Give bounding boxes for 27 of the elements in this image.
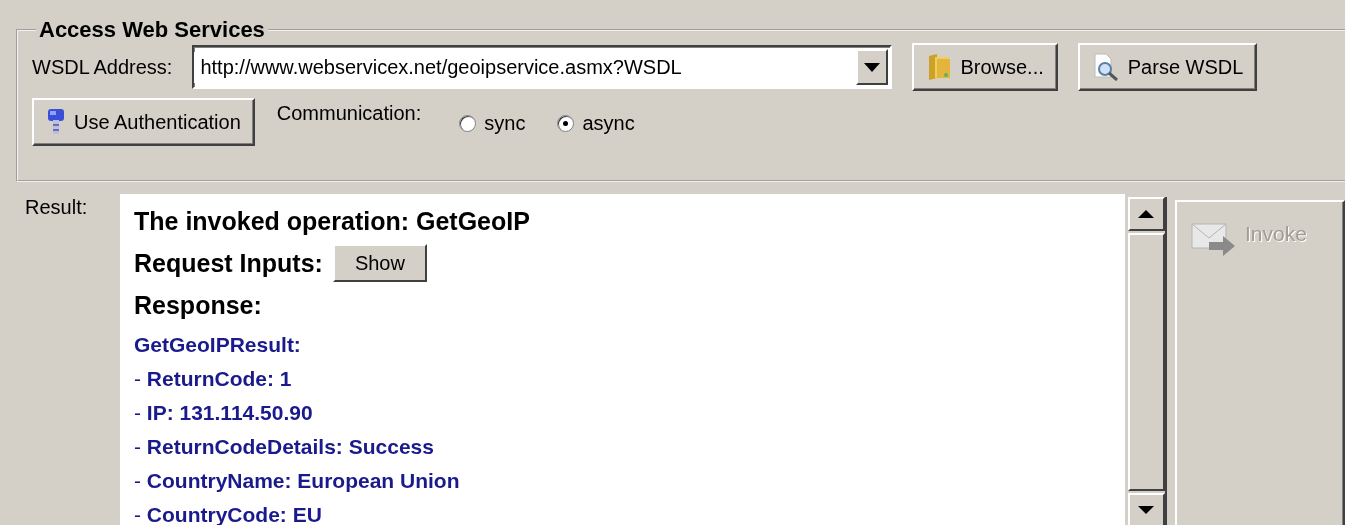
scroll-down-icon[interactable] [1127, 493, 1165, 525]
field-label: Communication: [276, 102, 422, 125]
result-title: GetGeoIPResult: [134, 332, 302, 358]
address-combo[interactable]: http://www.webservicex.net/geoipservice.asmx?WSDL [192, 45, 893, 89]
scroll-up-icon[interactable] [1127, 197, 1165, 231]
result-label: Result: [24, 195, 89, 220]
request-inputs-label: Request Inputs: [134, 248, 323, 279]
result-field: - ReturnCode: 1 [134, 362, 1111, 396]
folder-icon [926, 53, 953, 81]
radio-button[interactable] [459, 115, 477, 132]
result-field: - IP: 131.114.50.90 [134, 396, 1111, 430]
key-icon [46, 108, 66, 136]
parse-button[interactable]: Parse WSDL [1077, 43, 1258, 91]
radio-label: async [582, 112, 635, 135]
result-field: - ReturnCodeDetails: Success [134, 430, 1111, 464]
show-button[interactable]: Show [332, 244, 427, 282]
browse-button[interactable]: Browse... [912, 43, 1058, 91]
operation-heading: The invoked operation: GetGeoIP [134, 206, 531, 237]
radio-button[interactable] [557, 115, 575, 132]
field-label: WSDL Address: [32, 55, 173, 79]
magnifier-icon [1091, 53, 1120, 81]
group-title: Access Web Services [38, 17, 266, 43]
response-heading: Response: [134, 290, 263, 321]
scrollbar[interactable] [1127, 197, 1167, 525]
radio-label: sync [484, 112, 526, 135]
authentication-button[interactable]: Use Authentication [32, 98, 255, 146]
result-field: - CountryName: European Union [134, 464, 1111, 498]
